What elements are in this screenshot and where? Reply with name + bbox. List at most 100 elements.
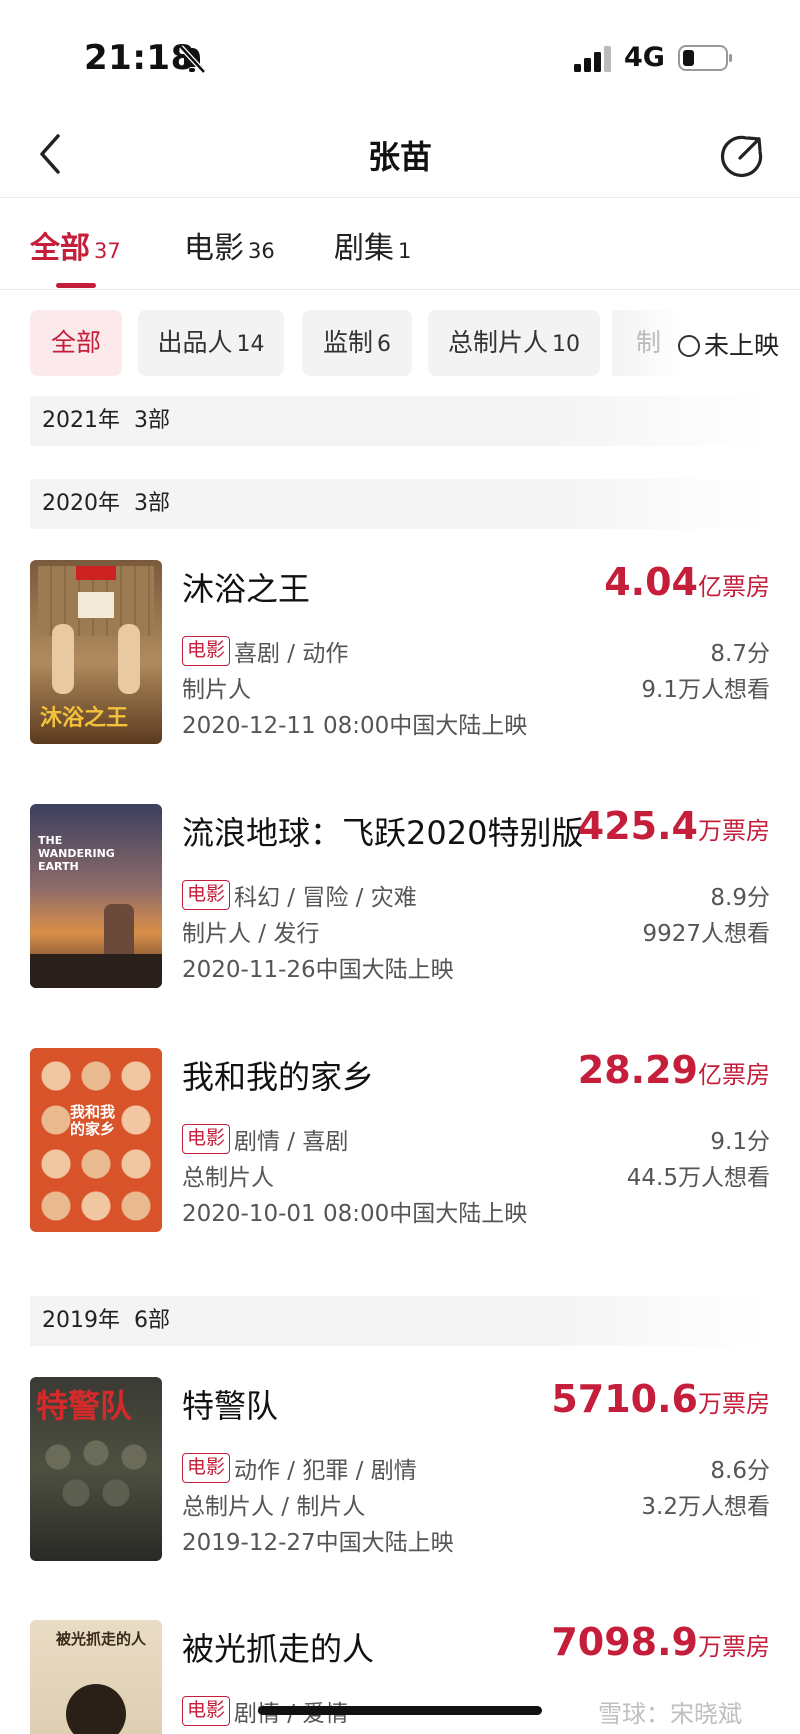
nav-bar: 张苗	[0, 110, 800, 198]
movie-title: 被光抓走的人	[182, 1630, 375, 1668]
chip-count: 14	[236, 332, 265, 357]
movie-type-tag: 电影	[182, 1453, 231, 1483]
poster-title: 我和我的家乡	[70, 1103, 116, 1138]
chip-count: 6	[377, 332, 391, 357]
filter-row: 全部 出品人 14 监制 6 总制片人 10 制 未上映	[0, 310, 800, 376]
tab-indicator	[56, 283, 96, 288]
movie-genres: 喜剧 / 动作	[234, 641, 349, 667]
chip-label: 全部	[50, 328, 101, 357]
box-office-value: 4.04	[604, 560, 698, 604]
movie-role: 制片人 / 发行	[182, 921, 320, 947]
year-count: 3部	[134, 408, 170, 433]
box-office-unit: 亿票房	[698, 573, 770, 601]
tab-series[interactable]: 剧集 1	[334, 223, 411, 267]
status-bar: 21:18 4G	[0, 0, 800, 110]
movie-genres: 剧情 / 喜剧	[234, 1129, 349, 1155]
watermark: 雪球：宋晓斌	[598, 1700, 742, 1728]
movie-poster: 沐浴之王	[30, 560, 162, 744]
chip-label: 总制片人	[447, 328, 548, 357]
share-icon[interactable]	[718, 132, 766, 180]
movie-type-tag: 电影	[182, 1124, 231, 1154]
box-office-unit: 亿票房	[698, 1061, 770, 1089]
movie-role: 总制片人	[182, 1165, 274, 1191]
unreleased-toggle[interactable]: 未上映	[678, 326, 779, 360]
poster-title: 特警队	[36, 1387, 133, 1425]
movie-role: 制片人	[182, 677, 251, 703]
tab-count: 36	[248, 239, 275, 263]
year-header-2019: 2019年 6部	[30, 1296, 770, 1346]
movie-item[interactable]: 沐浴之王 沐浴之王 4.04亿票房 电影 喜剧 / 动作 8.7分 制片人 9.…	[30, 560, 770, 746]
movie-type-tag: 电影	[182, 880, 231, 910]
unreleased-label: 未上映	[704, 331, 780, 360]
movie-score: 8.7分	[710, 641, 770, 667]
movie-genres: 动作 / 犯罪 / 剧情	[234, 1458, 417, 1484]
box-office-value: 7098.9	[551, 1620, 698, 1664]
year-header-2021: 2021年 3部	[30, 396, 770, 446]
box-office-value: 28.29	[577, 1048, 698, 1092]
chip-label: 出品人	[157, 328, 233, 357]
movie-type-tag: 电影	[182, 1696, 231, 1726]
movie-item[interactable]: 特警队 特警队 5710.6万票房 电影 动作 / 犯罪 / 剧情 8.6分 总…	[30, 1377, 770, 1563]
box-office: 4.04亿票房	[604, 560, 770, 604]
movie-title: 我和我的家乡	[182, 1058, 375, 1096]
box-office-unit: 万票房	[698, 817, 770, 845]
chip-count: 10	[552, 332, 580, 357]
movie-release-date: 2020-10-01 08:00中国大陆上映	[182, 1201, 528, 1227]
movie-title: 特警队	[182, 1387, 279, 1425]
signal-icon	[574, 46, 611, 72]
movie-want-count: 3.2万人想看	[641, 1494, 770, 1520]
chip-label: 监制	[322, 328, 373, 357]
tab-movies[interactable]: 电影 36	[184, 223, 275, 267]
movie-want-count: 44.5万人想看	[626, 1165, 770, 1191]
movie-poster: 被光抓走的人	[30, 1620, 162, 1734]
movie-poster: 我和我的家乡	[30, 1048, 162, 1232]
radio-circle-icon	[678, 335, 700, 357]
year-label: 2021年	[42, 408, 120, 433]
movie-release-date: 2019-12-27中国大陆上映	[182, 1530, 454, 1556]
box-office: 28.29亿票房	[578, 1048, 770, 1092]
movie-item[interactable]: THE WANDERING EARTH 流浪地球：飞跃2020特别版 425.4…	[30, 804, 770, 990]
tab-all[interactable]: 全部 37	[30, 223, 121, 267]
year-count: 3部	[134, 491, 170, 516]
movie-poster: THE WANDERING EARTH	[30, 804, 162, 988]
bell-muted-icon	[179, 45, 206, 74]
movie-role: 总制片人 / 制片人	[182, 1494, 366, 1520]
box-office-unit: 万票房	[698, 1390, 770, 1418]
year-count: 6部	[134, 1308, 170, 1333]
tab-label: 剧集	[334, 231, 394, 266]
movie-want-count: 9927人想看	[642, 921, 770, 947]
home-indicator[interactable]	[258, 1706, 542, 1715]
poster-title: THE WANDERING EARTH	[38, 834, 115, 873]
movie-score: 8.6分	[710, 1458, 770, 1484]
movie-item[interactable]: 我和我的家乡 我和我的家乡 28.29亿票房 电影 剧情 / 喜剧 9.1分 总…	[30, 1048, 770, 1234]
movie-title: 沐浴之王	[182, 570, 311, 608]
filter-chip-all[interactable]: 全部	[30, 310, 122, 376]
tab-label: 电影	[184, 231, 244, 266]
filter-chip-chief-producer[interactable]: 总制片人 10	[428, 310, 600, 376]
tab-count: 37	[94, 239, 121, 263]
page-title: 张苗	[367, 138, 432, 176]
poster-title: 沐浴之王	[40, 706, 129, 731]
movie-release-date: 2020-12-11 08:00中国大陆上映	[182, 713, 528, 739]
year-label: 2020年	[42, 491, 120, 516]
box-office: 5710.6万票房	[551, 1377, 770, 1421]
poster-title: 被光抓走的人	[56, 1630, 147, 1648]
filter-chip-partial[interactable]: 制	[612, 310, 684, 376]
movie-want-count: 9.1万人想看	[641, 677, 770, 703]
tab-count: 1	[398, 239, 412, 263]
box-office-value: 5710.6	[551, 1377, 698, 1421]
movie-genres: 科幻 / 冒险 / 灾难	[234, 885, 417, 911]
filter-chip-supervisor[interactable]: 监制 6	[302, 310, 412, 376]
year-label: 2019年	[42, 1308, 120, 1333]
main-tabs: 全部 37 电影 36 剧集 1	[0, 199, 800, 290]
movie-type-tag: 电影	[182, 636, 231, 666]
movie-poster: 特警队	[30, 1377, 162, 1561]
movie-score: 8.9分	[710, 885, 770, 911]
box-office: 425.4万票房	[578, 804, 770, 848]
box-office: 7098.9万票房	[551, 1620, 770, 1664]
box-office-unit: 万票房	[698, 1633, 770, 1661]
filter-chip-producer[interactable]: 出品人 14	[138, 310, 284, 376]
box-office-value: 425.4	[577, 804, 698, 848]
tab-label: 全部	[30, 231, 90, 266]
year-header-2020: 2020年 3部	[30, 479, 770, 529]
